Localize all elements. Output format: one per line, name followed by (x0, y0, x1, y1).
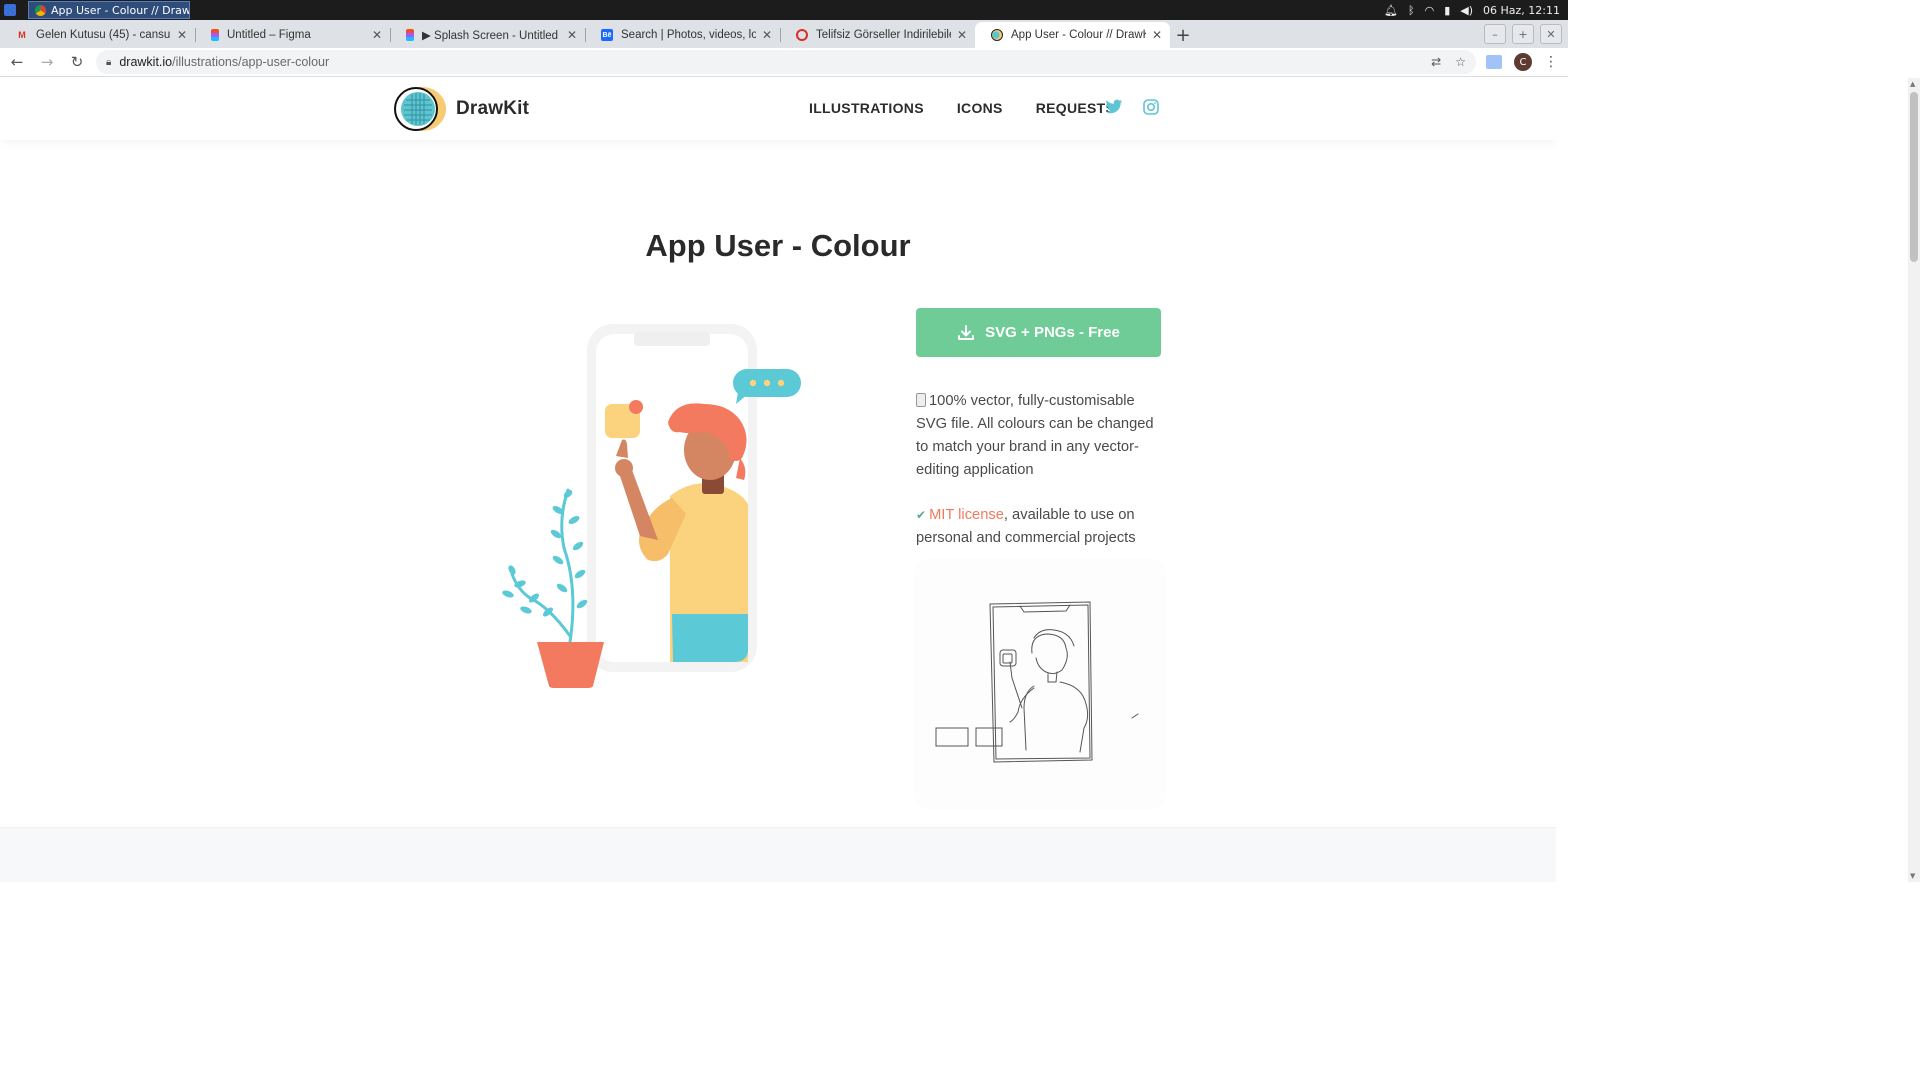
volume-icon[interactable]: ◀) (1460, 4, 1473, 17)
browser-tab[interactable]: ▶ Splash Screen - Untitled ✕ (390, 22, 585, 48)
site-icon (796, 29, 808, 41)
os-clock[interactable]: 06 Haz, 12:11 (1483, 4, 1560, 17)
chrome-icon (35, 4, 46, 16)
site-header: DrawKit ILLUSTRATIONS ICONS REQUESTS (0, 78, 1556, 140)
scrollbar-thumb[interactable] (1910, 92, 1918, 262)
close-tab-icon[interactable]: ✕ (177, 28, 187, 42)
minimize-window-button[interactable]: – (1484, 24, 1506, 44)
tab-title: Gelen Kutusu (45) - cansukos (36, 29, 171, 41)
product-description: 100% vector, fully-customisable SVG file… (916, 390, 1166, 482)
os-top-bar: App User - Colour // Draw... 🔔︎ ᛒ ◠ ▮ ◀)… (0, 0, 1568, 20)
brand-home-link[interactable]: DrawKit (394, 86, 529, 132)
browser-tab-active[interactable]: App User - Colour // DrawKit I ✕ (975, 22, 1170, 48)
check-mark-icon: ✔ (916, 508, 927, 522)
browser-tab[interactable]: Bē Search | Photos, videos, logo ✕ (585, 22, 780, 48)
figma-icon (406, 29, 414, 41)
mit-license-link[interactable]: MIT license (929, 507, 1004, 523)
app-user-illustration (490, 308, 810, 692)
browser-tab[interactable]: Telifsiz Görseller İndirilebilece ✕ (780, 22, 975, 48)
taskbar-window-title: App User - Colour // Draw... (51, 3, 190, 17)
scroll-up-arrow-icon[interactable]: ▲ (1910, 80, 1915, 88)
forward-arrow-icon[interactable]: → (34, 49, 60, 75)
new-tab-button[interactable]: + (1170, 22, 1196, 48)
figma-icon (211, 29, 219, 41)
scroll-down-arrow-icon[interactable]: ▼ (1910, 872, 1915, 880)
browser-tab-strip: M Gelen Kutusu (45) - cansukos ✕ Untitle… (0, 20, 1568, 48)
close-tab-icon[interactable]: ✕ (567, 28, 577, 42)
reload-icon[interactable]: ↻ (64, 49, 90, 75)
browser-tab[interactable]: M Gelen Kutusu (45) - cansukos ✕ (0, 22, 195, 48)
social-links (1105, 99, 1159, 115)
license-info: ✔ MIT license, available to use on person… (916, 504, 1166, 550)
browser-tab[interactable]: Untitled – Figma ✕ (195, 22, 390, 48)
twitter-icon[interactable] (1105, 99, 1123, 115)
back-arrow-icon[interactable]: ← (4, 49, 30, 75)
taskbar-window-button[interactable]: App User - Colour // Draw... (28, 1, 190, 19)
drawkit-icon (991, 29, 1003, 41)
nav-link-illustrations[interactable]: ILLUSTRATIONS (809, 100, 924, 116)
page-title: App User - Colour (645, 228, 911, 263)
address-bar[interactable]: 🔒︎ drawkit.io/illustrations/app-user-col… (96, 50, 1476, 74)
bluetooth-icon[interactable]: ᛒ (1408, 4, 1415, 17)
brand-name: DrawKit (456, 98, 530, 119)
translate-icon[interactable]: ⇄ (1431, 55, 1441, 69)
close-tab-icon[interactable]: ✕ (762, 28, 772, 42)
download-icon (958, 324, 975, 340)
tab-title: Telifsiz Görseller İndirilebilece (816, 29, 951, 41)
app-launcher-icon[interactable] (0, 0, 20, 20)
page-footer-band (0, 827, 1556, 882)
tab-title: ▶ Splash Screen - Untitled (422, 30, 559, 42)
extension-icon[interactable] (1486, 55, 1502, 69)
drawkit-logo-icon (394, 86, 448, 132)
instagram-icon[interactable] (1143, 99, 1159, 115)
close-window-button[interactable]: ✕ (1540, 24, 1562, 44)
page-viewport: DrawKit ILLUSTRATIONS ICONS REQUESTS App… (0, 78, 1556, 882)
bookmark-star-icon[interactable]: ☆ (1455, 55, 1466, 69)
tab-title: App User - Colour // DrawKit I (1011, 29, 1146, 41)
browser-toolbar: ← → ↻ 🔒︎ drawkit.io/illustrations/app-us… (0, 48, 1568, 77)
main-nav: ILLUSTRATIONS ICONS REQUESTS (809, 100, 1115, 116)
close-tab-icon[interactable]: ✕ (957, 28, 967, 42)
file-emoji-icon (916, 393, 926, 407)
download-svg-pngs-button[interactable]: SVG + PNGs - Free (916, 308, 1161, 357)
menu-kebab-icon[interactable]: ⋮ (1544, 54, 1558, 70)
wifi-icon[interactable]: ◠ (1425, 4, 1435, 17)
close-tab-icon[interactable]: ✕ (372, 28, 382, 42)
maximize-window-button[interactable]: + (1512, 24, 1534, 44)
url-host: drawkit.io (119, 55, 173, 69)
tab-title: Search | Photos, videos, logo (621, 29, 756, 41)
behance-icon: Bē (601, 29, 613, 41)
url-path: /illustrations/app-user-colour (172, 55, 330, 69)
close-tab-icon[interactable]: ✕ (1152, 28, 1162, 42)
lock-icon[interactable]: 🔒︎ (106, 57, 111, 68)
sketch-preview-image[interactable] (914, 558, 1166, 810)
nav-link-requests[interactable]: REQUESTS (1036, 100, 1115, 116)
notification-bell-icon[interactable]: 🔔︎ (1384, 4, 1398, 17)
nav-link-icons[interactable]: ICONS (957, 100, 1003, 116)
battery-icon[interactable]: ▮ (1444, 4, 1450, 17)
description-text: 100% vector, fully-customisable SVG file… (916, 393, 1154, 478)
gmail-icon: M (18, 30, 26, 40)
tab-title: Untitled – Figma (227, 29, 311, 41)
profile-avatar[interactable]: C (1514, 53, 1532, 71)
page-scrollbar[interactable]: ▲ ▼ (1908, 78, 1920, 882)
download-button-label: SVG + PNGs - Free (985, 324, 1120, 341)
